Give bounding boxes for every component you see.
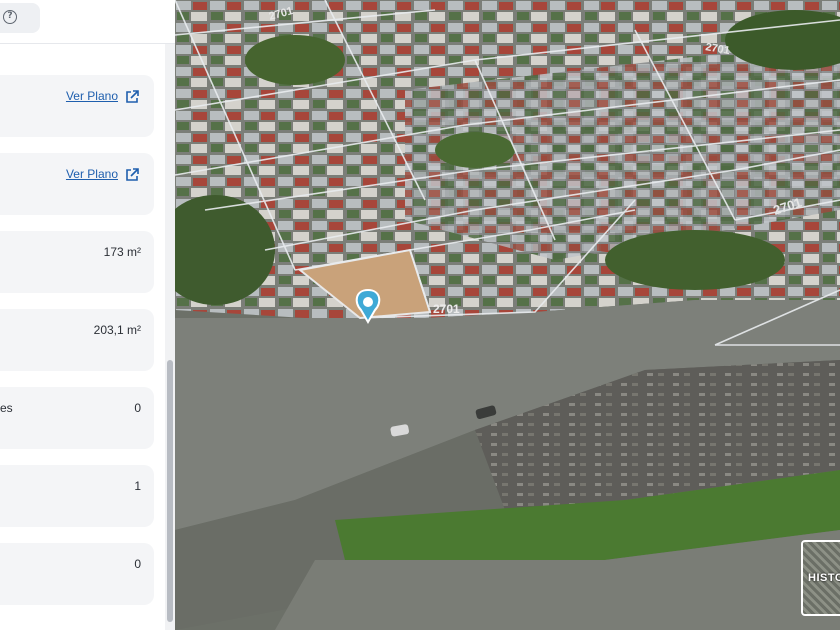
area-card-terrain: 173 m² — [0, 231, 154, 293]
scrollbar-thumb[interactable] — [167, 360, 173, 622]
history-button-label: HISTO — [808, 572, 840, 584]
ver-plano-link[interactable]: Ver Plano — [66, 167, 118, 181]
lot-label: 2701 — [433, 302, 460, 316]
panel-scrollbar[interactable] — [165, 44, 175, 630]
aerial-imagery: 2701 2701 2701 2701 — [175, 0, 840, 630]
count-value: 1 — [134, 479, 141, 493]
plan-card-2: Ver Plano — [0, 153, 154, 215]
ver-plano-link[interactable]: Ver Plano — [66, 89, 118, 103]
aerial-map-view[interactable]: 2701 2701 2701 2701 HISTO — [175, 0, 840, 630]
count-card-3: 0 — [0, 543, 154, 605]
external-link-icon[interactable] — [124, 167, 140, 183]
info-panel: ? Ver Plano Ver Plano 173 m² 203,1 m² es… — [0, 0, 175, 630]
terrain-area-value: 173 m² — [103, 245, 141, 259]
area-card-built: 203,1 m² — [0, 309, 154, 371]
question-circle-icon: ? — [3, 10, 17, 24]
count-card-2: 1 — [0, 465, 154, 527]
history-imagery-button[interactable]: HISTO — [801, 540, 840, 616]
external-link-icon[interactable] — [124, 89, 140, 105]
built-area-value: 203,1 m² — [93, 323, 141, 337]
plan-card-1: Ver Plano — [0, 75, 154, 137]
count-value: 0 — [134, 557, 141, 571]
count-label: es — [0, 401, 13, 415]
count-value: 0 — [134, 401, 141, 415]
count-card-1: es 0 — [0, 387, 154, 449]
panel-header: ? — [0, 0, 175, 44]
help-button[interactable]: ? — [0, 3, 40, 33]
